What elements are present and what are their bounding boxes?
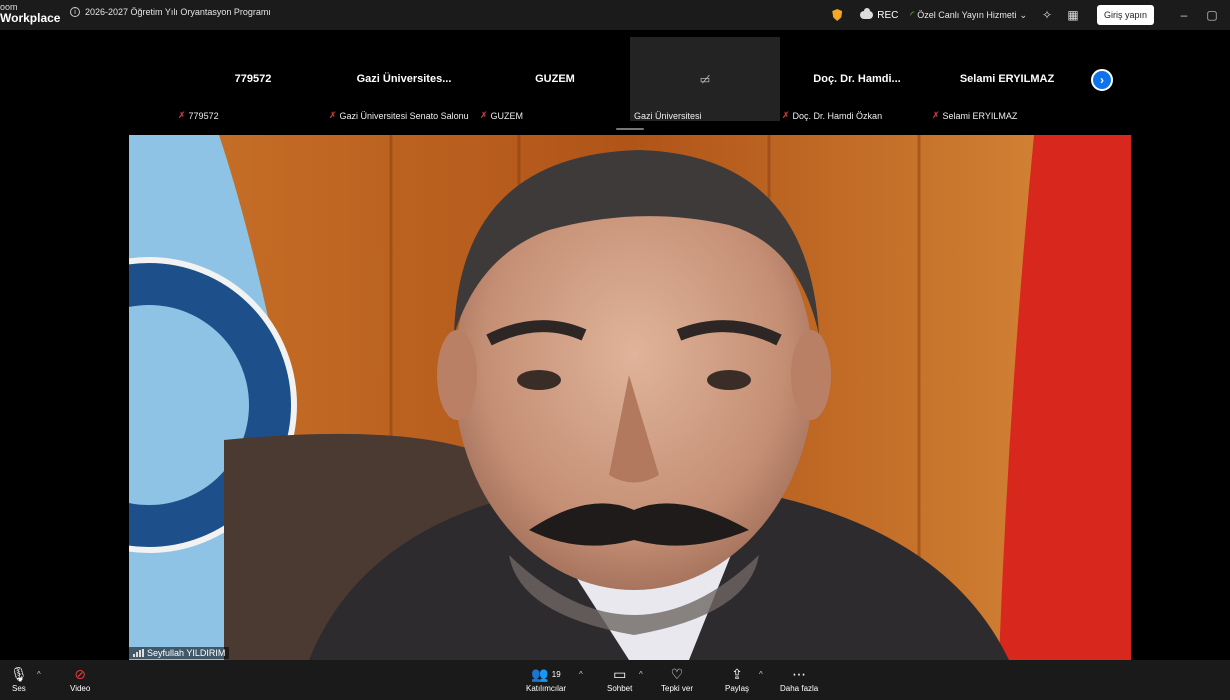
participants-count: 19 <box>551 669 561 679</box>
active-speaker-label: Seyfullah YILDIRIM <box>129 647 230 659</box>
magic-wand-icon[interactable]: ✧ <box>1039 7 1055 23</box>
participant-tile[interactable]: ▭̸ Gazi Üniversitesi <box>630 37 780 121</box>
mic-muted-icon: ✗ <box>329 110 337 120</box>
share-options-caret[interactable]: ^ <box>759 670 763 679</box>
participant-label-text: Doç. Dr. Hamdi Özkan <box>792 110 883 121</box>
signal-strength-icon <box>133 649 144 657</box>
participant-name: GUZEM <box>535 73 575 85</box>
microphone-icon: 🎙 <box>10 665 28 682</box>
participant-label-text: 779572 <box>188 110 219 121</box>
participant-name: 779572 <box>234 73 272 85</box>
mic-muted-icon: ✗ <box>932 110 940 120</box>
participant-tile[interactable]: GUZEM ✗ GUZEM <box>480 37 630 121</box>
participant-name: Gazi Üniversites... <box>356 73 452 85</box>
audio-button[interactable]: 🎙 Ses <box>10 664 28 694</box>
cloud-icon <box>860 8 874 19</box>
share-screen-icon: ⇪ <box>731 665 743 682</box>
info-icon[interactable]: i <box>70 7 80 17</box>
participant-label: ✗ Gazi Üniversitesi Senato Salonu <box>329 110 469 121</box>
participants-button-icon: 👥 19 <box>531 664 560 684</box>
share-button[interactable]: ⇪ Paylaş <box>725 664 750 694</box>
app-logo: oom Workplace <box>0 2 60 24</box>
participant-label: ✗ Selami ERYILMAZ <box>932 110 1017 121</box>
participant-name: Doç. Dr. Hamdi... <box>813 73 901 85</box>
sign-in-button[interactable]: Giriş yapın <box>1096 5 1154 25</box>
video-off-icon: ⊘ <box>74 665 87 682</box>
participant-strip: 779572 ✗ 779572 Gazi Üniversites... ✗ Gazi… <box>0 30 1230 130</box>
audio-label: Ses <box>11 684 26 693</box>
title-bar: oom Workplace i 2026-2027 Öğretim Yılı O… <box>0 0 1230 30</box>
camera-off-icon: ▭̸ <box>699 74 711 86</box>
heart-icon: ♡ <box>670 665 684 682</box>
video-label: Video <box>70 684 91 693</box>
participant-tile[interactable]: Doç. Dr. Hamdi... ✗ Doç. Dr. Hamdi Özkan <box>782 37 932 121</box>
chat-button[interactable]: ▭ Sohbet <box>607 664 633 694</box>
participant-label: ✗ Doç. Dr. Hamdi Özkan <box>782 110 882 121</box>
more-button[interactable]: ⋯ Daha fazla <box>780 664 819 694</box>
strip-scroll-indicator[interactable] <box>616 128 644 130</box>
active-speaker-name: Seyfullah YILDIRIM <box>147 648 226 658</box>
chat-icon: ▭ <box>613 665 627 682</box>
react-button[interactable]: ♡ Tepki ver <box>661 664 694 694</box>
participant-label: ✗ GUZEM <box>480 110 523 121</box>
maximize-icon[interactable]: ▢ <box>1202 8 1222 22</box>
meeting-info[interactable]: i 2026-2027 Öğretim Yılı Oryantasyon Pro… <box>70 7 271 17</box>
participant-label-text: Gazi Üniversitesi <box>634 111 702 121</box>
participant-label-text: Selami ERYILMAZ <box>942 110 1018 121</box>
participants-icon: 👥 <box>531 665 549 682</box>
participants-label: Katılımcılar <box>526 684 567 693</box>
chevron-down-icon: ⌄ <box>1019 9 1027 20</box>
mic-muted-icon: ✗ <box>178 110 186 120</box>
participants-options-caret[interactable]: ^ <box>579 670 583 679</box>
live-stream-label: Özel Canlı Yayın Hizmeti <box>917 10 1017 20</box>
live-stream-menu[interactable]: ◜ Özel Canlı Yayın Hizmeti ⌄ <box>910 10 1027 21</box>
live-stream-icon: ◜ <box>910 9 915 21</box>
video-button[interactable]: ⊘ Video <box>70 664 91 694</box>
next-page-button[interactable]: › <box>1091 69 1113 91</box>
title-bar-tools: REC ◜ Özel Canlı Yayın Hizmeti ⌄ ✧ ▦ Gir… <box>832 0 1230 30</box>
participant-tile[interactable]: 779572 ✗ 779572 <box>178 37 328 121</box>
brand-name: Workplace <box>0 11 61 25</box>
share-label: Paylaş <box>725 684 750 693</box>
participant-label: ✗ 779572 <box>178 110 219 121</box>
recording-indicator[interactable]: REC <box>860 8 899 21</box>
audio-options-caret[interactable]: ^ <box>37 670 41 679</box>
participant-label: Gazi Üniversitesi <box>634 111 702 121</box>
chat-label: Sohbet <box>607 684 633 693</box>
participant-label-text: Gazi Üniversitesi Senato Salonu <box>339 110 469 121</box>
minimize-icon[interactable]: – <box>1174 8 1194 22</box>
more-icon: ⋯ <box>792 665 807 682</box>
meeting-toolbar: 🎙 Ses ^ ⊘ Video 👥 19 Katılımcılar ^ ▭ Soh… <box>0 660 1230 700</box>
chat-options-caret[interactable]: ^ <box>639 670 643 679</box>
speaker-video-frame <box>129 135 1131 660</box>
participant-label-text: GUZEM <box>490 110 524 121</box>
participants-button[interactable]: 👥 19 Katılımcılar <box>526 664 567 694</box>
participant-tile[interactable]: Selami ERYILMAZ ✗ Selami ERYILMAZ <box>932 37 1082 121</box>
security-shield-icon[interactable] <box>832 9 843 21</box>
more-label: Daha fazla <box>780 684 819 693</box>
mic-muted-icon: ✗ <box>480 110 488 120</box>
calendar-icon[interactable]: ▦ <box>1065 7 1081 23</box>
participant-name: Selami ERYILMAZ <box>959 73 1055 85</box>
mic-muted-icon: ✗ <box>782 110 790 120</box>
participant-tile[interactable]: Gazi Üniversites... ✗ Gazi Üniversitesi S… <box>329 37 479 121</box>
rec-label: REC <box>877 9 899 21</box>
speaker-video[interactable] <box>129 135 1131 660</box>
meeting-title: 2026-2027 Öğretim Yılı Oryantasyon Progr… <box>85 7 271 17</box>
react-label: Tepki ver <box>661 684 694 693</box>
